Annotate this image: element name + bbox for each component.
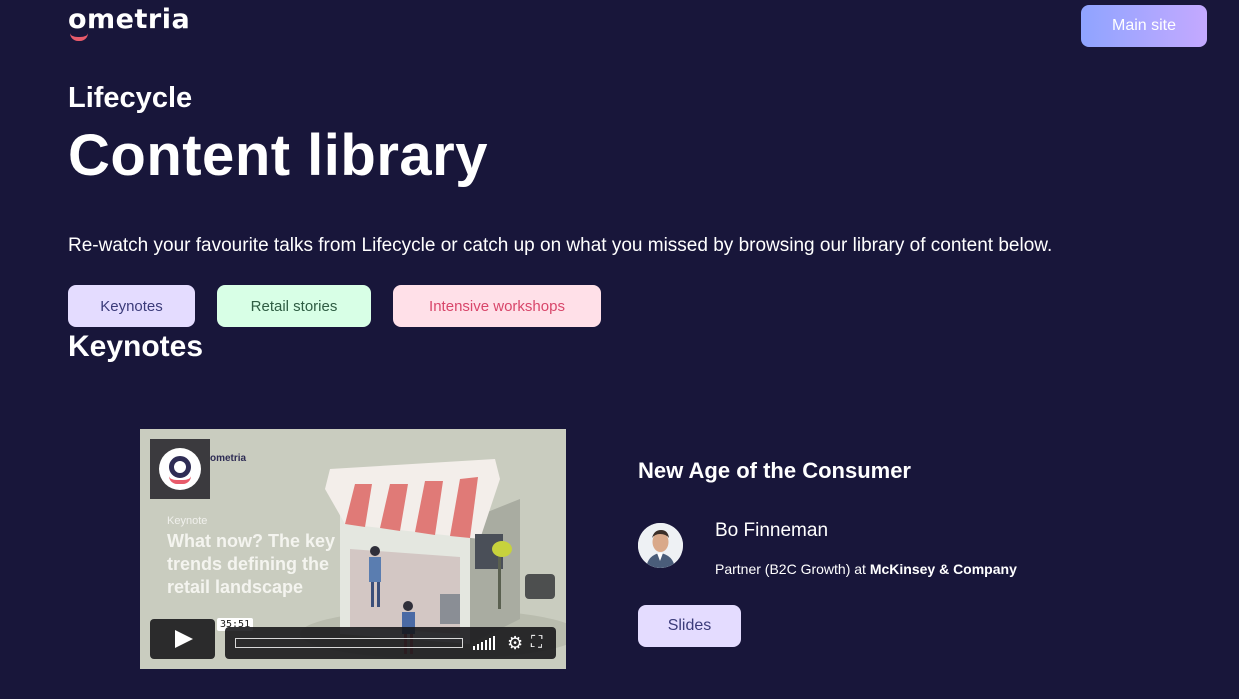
talk-title: New Age of the Consumer (638, 458, 911, 483)
settings-gear-icon[interactable]: ⚙ (507, 633, 523, 653)
filter-retail-stories-button[interactable]: Retail stories (217, 285, 371, 327)
play-button[interactable] (150, 619, 215, 659)
fullscreen-icon[interactable]: ⛶ (531, 633, 542, 653)
logo-text: ometria (68, 4, 191, 35)
section-title-keynotes: Keynotes (68, 330, 204, 363)
speaker-company: McKinsey & Company (869, 561, 1017, 577)
video-tag-text: Keynote (167, 515, 208, 527)
speaker-role-text: Partner (B2C Growth) at (715, 561, 870, 577)
speaker-role: Partner (B2C Growth) at McKinsey & Compa… (715, 561, 1017, 577)
video-controls-bar: ⚙ ⛶ (225, 627, 556, 659)
logo-smile-icon (70, 33, 88, 41)
main-site-button[interactable]: Main site (1081, 5, 1207, 47)
video-channel-logo (150, 439, 210, 499)
ometria-logo[interactable]: ometria (68, 4, 191, 41)
page-eyebrow: Lifecycle (68, 82, 193, 114)
video-player[interactable]: ometria Keynote What now? The key trends… (140, 429, 566, 669)
speaker-avatar (638, 523, 683, 568)
volume-icon[interactable] (473, 636, 495, 650)
intro-text: Re-watch your favourite talks from Lifec… (68, 235, 1053, 256)
page-title: Content library (68, 123, 488, 188)
video-title-text: What now? The key trends defining the re… (167, 531, 336, 597)
play-icon (175, 630, 193, 648)
video-brand-text: ometria (210, 453, 247, 464)
speaker-name: Bo Finneman (715, 520, 829, 541)
video-progress-bar[interactable] (235, 638, 463, 648)
slides-button[interactable]: Slides (638, 605, 741, 647)
filter-keynotes-button[interactable]: Keynotes (68, 285, 195, 327)
filter-intensive-workshops-button[interactable]: Intensive workshops (393, 285, 601, 327)
